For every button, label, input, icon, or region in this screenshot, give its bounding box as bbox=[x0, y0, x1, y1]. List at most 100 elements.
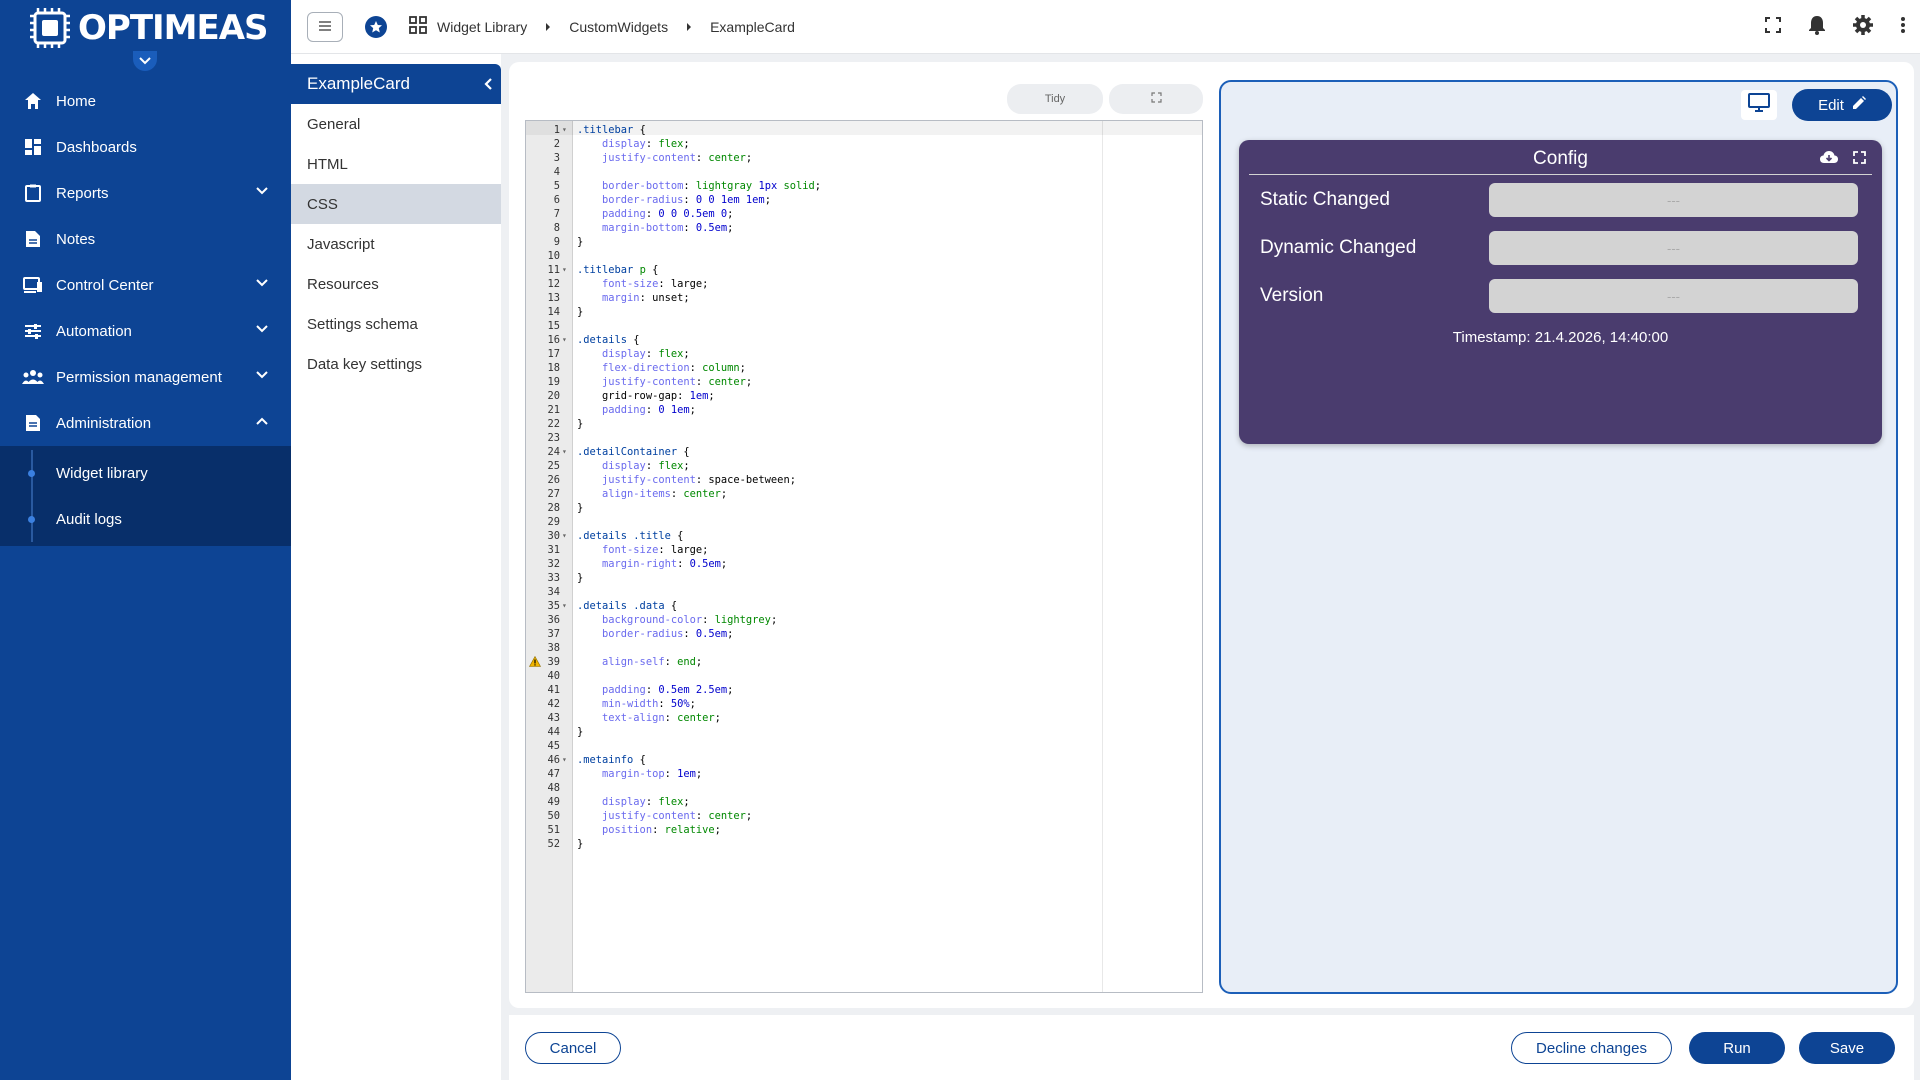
cancel-button[interactable]: Cancel bbox=[525, 1032, 621, 1064]
fold-arrow-icon[interactable]: ▾ bbox=[562, 263, 567, 277]
settings-panel-header: ExampleCard bbox=[291, 64, 501, 104]
sidebar-item-notes[interactable]: Notes bbox=[0, 216, 291, 262]
settings-item-resources[interactable]: Resources bbox=[291, 264, 501, 304]
code-line: 33} bbox=[526, 571, 1202, 585]
breadcrumb-item[interactable]: Widget Library bbox=[437, 19, 527, 35]
code-text: border-bottom: lightgray 1px solid; bbox=[577, 180, 822, 192]
sidebar-item-home[interactable]: Home bbox=[0, 78, 291, 124]
notifications-bell-icon[interactable] bbox=[1808, 15, 1826, 40]
fullscreen-icon[interactable] bbox=[1853, 150, 1866, 169]
tidy-button[interactable]: Tidy bbox=[1007, 84, 1103, 114]
line-number: 24 bbox=[547, 446, 560, 458]
menu-toggle-button[interactable] bbox=[307, 11, 343, 42]
line-number: 23 bbox=[547, 432, 560, 444]
chevron-down-icon bbox=[255, 275, 269, 292]
preview-mode-button[interactable] bbox=[1741, 90, 1777, 120]
sidebar-item-dashboards[interactable]: Dashboards bbox=[0, 124, 291, 170]
code-text: } bbox=[577, 838, 584, 850]
footer-actions: Cancel Decline changes Run Save bbox=[509, 1015, 1914, 1080]
administration-icon bbox=[22, 412, 44, 434]
fold-arrow-icon[interactable]: ▾ bbox=[562, 445, 567, 459]
code-line: 34 bbox=[526, 585, 1202, 599]
favorite-star-icon[interactable] bbox=[365, 15, 387, 38]
line-number: 3 bbox=[553, 152, 560, 164]
settings-gear-icon[interactable] bbox=[1852, 14, 1874, 41]
automation-icon bbox=[22, 320, 44, 342]
collapse-chevron-icon[interactable] bbox=[133, 51, 157, 71]
code-text: flex-direction: column; bbox=[577, 362, 746, 374]
line-number: 52 bbox=[547, 838, 560, 850]
widget-title: Config bbox=[1533, 148, 1588, 169]
sidebar-item-label: Administration bbox=[56, 414, 152, 432]
decline-changes-button[interactable]: Decline changes bbox=[1511, 1032, 1672, 1064]
code-text: font-size: large; bbox=[577, 278, 709, 290]
sidebar-item-label: Dashboards bbox=[56, 138, 137, 156]
code-text: } bbox=[577, 236, 584, 248]
chevron-up-icon bbox=[255, 413, 269, 430]
code-text: padding: 0.5em 2.5em; bbox=[577, 684, 734, 696]
css-code-editor[interactable]: 1 ▾ .titlebar {2 display: flex; 3 justify-c… bbox=[525, 120, 1203, 993]
fold-arrow-icon[interactable]: ▾ bbox=[562, 753, 567, 767]
code-line: 27 align-items: center; bbox=[526, 487, 1202, 501]
sidebar-subitem-widget-library[interactable]: Widget library bbox=[0, 450, 291, 496]
line-number: 27 bbox=[547, 488, 560, 500]
sidebar-item-permission-management[interactable]: Permission management bbox=[0, 354, 291, 400]
tree-dot bbox=[28, 516, 35, 523]
code-line: 23 bbox=[526, 431, 1202, 445]
chevron-left-icon[interactable] bbox=[483, 76, 493, 96]
code-line: 39 align-self: end; bbox=[526, 655, 1202, 669]
breadcrumb-item[interactable]: CustomWidgets bbox=[569, 19, 668, 35]
edit-button[interactable]: Edit bbox=[1792, 89, 1892, 121]
sidebar-subitem-audit-logs[interactable]: Audit logs bbox=[0, 496, 291, 542]
editor-fullscreen-button[interactable] bbox=[1109, 84, 1203, 114]
breadcrumb-item-current: ExampleCard bbox=[710, 18, 795, 35]
code-line: 48 bbox=[526, 781, 1202, 795]
line-number: 2 bbox=[553, 138, 560, 150]
settings-panel-title: ExampleCard bbox=[307, 74, 410, 93]
breadcrumb-separator-icon bbox=[545, 19, 551, 35]
cloud-download-icon[interactable] bbox=[1819, 150, 1839, 169]
sidebar-item-automation[interactable]: Automation bbox=[0, 308, 291, 354]
settings-item-javascript[interactable]: Javascript bbox=[291, 224, 501, 264]
top-bar: Widget Library CustomWidgets ExampleCard bbox=[291, 0, 1920, 54]
line-number: 30 bbox=[547, 530, 560, 542]
fold-arrow-icon[interactable]: ▾ bbox=[562, 529, 567, 543]
line-number: 40 bbox=[547, 670, 560, 682]
widget-preview: Edit Config Static Changed --- Dynamic C… bbox=[1219, 80, 1898, 994]
logo[interactable]: OPTIMEAS bbox=[0, 0, 291, 71]
code-line: 5 border-bottom: lightgray 1px solid; bbox=[526, 179, 1202, 193]
line-number: 9 bbox=[553, 236, 560, 248]
sidebar-item-control-center[interactable]: Control Center bbox=[0, 262, 291, 308]
hamburger-icon bbox=[318, 18, 332, 36]
code-text: .metainfo { bbox=[577, 754, 646, 766]
code-line: 26 justify-content: space-between; bbox=[526, 473, 1202, 487]
sidebar-item-label: Home bbox=[56, 92, 97, 110]
settings-item-html[interactable]: HTML bbox=[291, 144, 501, 184]
fold-arrow-icon[interactable]: ▾ bbox=[562, 333, 567, 347]
sidebar-item-label: Control Center bbox=[56, 276, 154, 294]
save-button[interactable]: Save bbox=[1799, 1032, 1895, 1064]
run-button[interactable]: Run bbox=[1689, 1032, 1785, 1064]
fold-arrow-icon[interactable]: ▾ bbox=[562, 123, 567, 137]
fold-arrow-icon[interactable]: ▾ bbox=[562, 599, 567, 613]
fullscreen-icon bbox=[1150, 92, 1162, 106]
more-vertical-icon[interactable] bbox=[1900, 16, 1906, 39]
settings-item-css[interactable]: CSS bbox=[291, 184, 501, 224]
line-number: 41 bbox=[547, 684, 560, 696]
code-text: border-radius: 0.5em; bbox=[577, 628, 734, 640]
sidebar-item-reports[interactable]: Reports bbox=[0, 170, 291, 216]
sidebar-item-administration[interactable]: Administration bbox=[0, 400, 291, 446]
settings-item-general[interactable]: General bbox=[291, 104, 501, 144]
settings-item-data-key-settings[interactable]: Data key settings bbox=[291, 344, 501, 384]
chevron-down-icon bbox=[255, 367, 269, 384]
code-line: 13 margin: unset; bbox=[526, 291, 1202, 305]
code-text: } bbox=[577, 572, 584, 584]
dashboard-icon bbox=[22, 136, 44, 158]
settings-item-settings-schema[interactable]: Settings schema bbox=[291, 304, 501, 344]
line-number: 45 bbox=[547, 740, 560, 752]
line-number: 1 bbox=[553, 124, 560, 136]
code-line: 4 bbox=[526, 165, 1202, 179]
reports-icon bbox=[22, 182, 44, 204]
code-text: display: flex; bbox=[577, 460, 690, 472]
fullscreen-icon[interactable] bbox=[1764, 16, 1782, 39]
